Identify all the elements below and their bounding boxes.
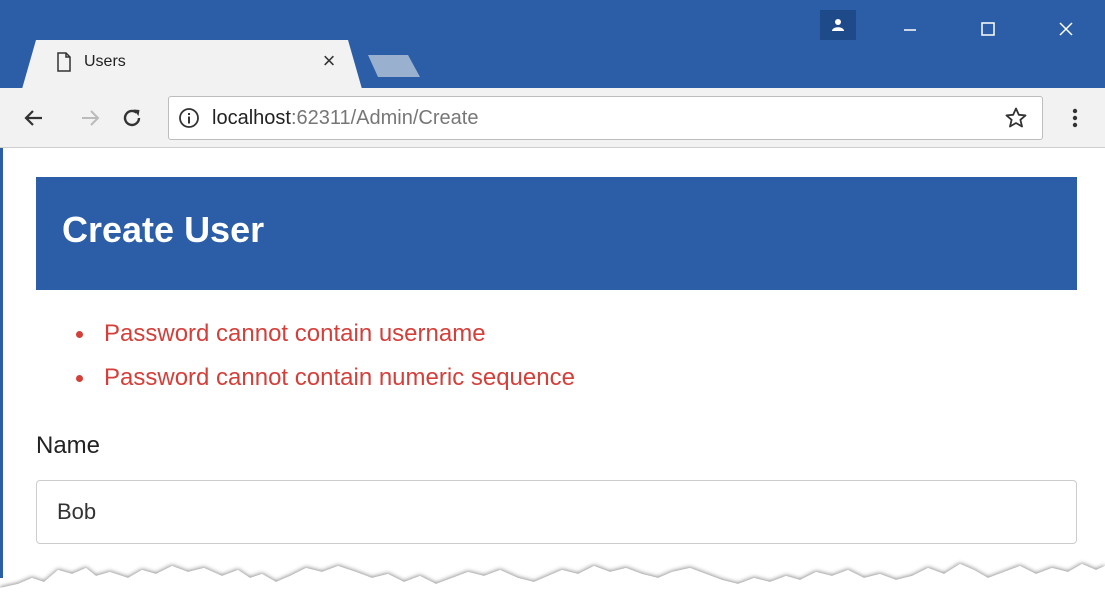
bullet-icon (76, 375, 83, 382)
url-path: :62311/Admin/Create (290, 107, 479, 129)
name-label: Name (36, 432, 101, 459)
user-icon[interactable] (820, 10, 856, 40)
close-icon[interactable] (1046, 14, 1086, 44)
validation-error: Password cannot contain numeric sequence (0, 362, 700, 394)
tab-close-icon[interactable]: × (318, 50, 340, 72)
forward-arrow-icon[interactable] (76, 104, 104, 132)
back-arrow-icon[interactable] (20, 104, 48, 132)
validation-error-text: Password cannot contain numeric sequence (104, 364, 575, 391)
star-icon[interactable] (1004, 106, 1028, 130)
maximize-icon[interactable] (968, 14, 1008, 44)
torn-paper-edge (0, 564, 1105, 604)
minimize-icon[interactable] (890, 14, 930, 44)
tab-users[interactable] (22, 40, 362, 89)
bullet-icon (76, 331, 83, 338)
reload-icon[interactable] (118, 104, 146, 132)
info-icon[interactable] (178, 107, 200, 129)
url-host: localhost (212, 107, 291, 129)
validation-error: Password cannot contain username (0, 318, 700, 350)
name-input[interactable] (36, 480, 1077, 544)
validation-error-text: Password cannot contain username (104, 320, 486, 347)
address-url: localhost:62311/Admin/Create (212, 106, 478, 130)
kebab-menu-icon[interactable] (1066, 104, 1084, 132)
tab-title: Users (84, 53, 126, 70)
file-icon (56, 52, 72, 72)
page-title: Create User (62, 209, 265, 250)
